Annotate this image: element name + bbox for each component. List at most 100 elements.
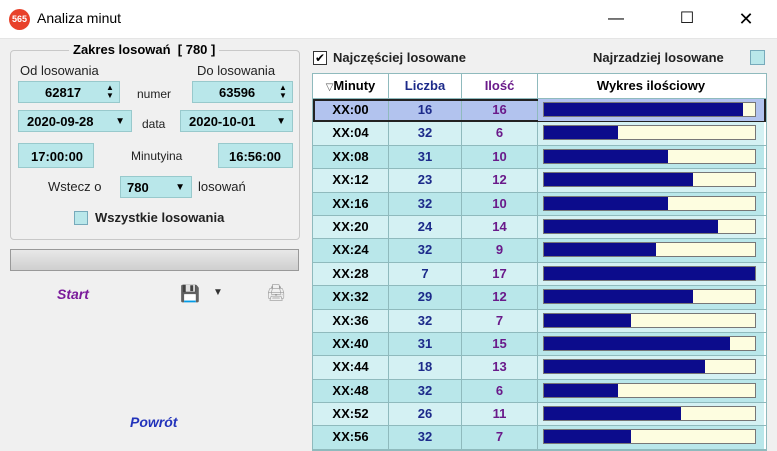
bar-track <box>543 312 756 328</box>
chart-cell <box>538 99 764 122</box>
number-cell: 24 <box>389 215 462 239</box>
header-count[interactable]: Ilość <box>462 74 538 98</box>
minute-cell: XX:08 <box>313 145 389 169</box>
date-label: data <box>142 117 166 131</box>
to-time-field[interactable]: 16:56:00 <box>218 143 293 168</box>
chevron-down-icon[interactable]: ▼ <box>213 287 223 298</box>
chevron-down-icon[interactable]: ▼ <box>175 177 185 199</box>
table-row[interactable]: XX:48 32 6 <box>313 379 766 404</box>
progress-bar <box>10 249 299 271</box>
number-cell: 32 <box>389 122 462 145</box>
to-date-picker[interactable]: 2020-10-01 ▼ <box>180 110 293 132</box>
back-count-value: 780 <box>127 180 149 195</box>
number-cell: 18 <box>389 356 462 379</box>
chart-cell <box>538 122 764 145</box>
chart-cell <box>538 262 764 286</box>
bar-fill <box>544 219 718 233</box>
table-row[interactable]: XX:04 32 6 <box>313 122 766 146</box>
chart-cell <box>538 309 764 332</box>
count-cell: 12 <box>462 286 538 309</box>
most-frequent-checkbox[interactable]: ✔ <box>313 51 327 65</box>
bar-fill <box>544 430 631 444</box>
minimize-icon[interactable]: — <box>593 0 639 38</box>
bar-fill <box>544 173 693 187</box>
count-cell: 15 <box>462 332 538 356</box>
chart-cell <box>538 426 764 449</box>
table-row[interactable]: XX:40 31 15 <box>313 332 766 357</box>
header-number[interactable]: Liczba <box>389 74 462 98</box>
bar-track <box>543 218 756 234</box>
count-cell: 7 <box>462 309 538 332</box>
bar-fill <box>544 383 619 397</box>
minute-cell: XX:44 <box>313 356 389 379</box>
from-label: Od losowania <box>20 63 99 78</box>
bar-fill <box>544 149 669 163</box>
table-row[interactable]: XX:12 23 12 <box>313 169 766 193</box>
bar-track <box>543 242 756 258</box>
number-cell: 31 <box>389 145 462 169</box>
from-time-field[interactable]: 17:00:00 <box>18 143 94 168</box>
to-number-spinner[interactable]: 63596 ▲ ▼ <box>192 81 293 103</box>
all-draws-checkbox[interactable] <box>74 211 88 225</box>
maximize-icon[interactable]: ☐ <box>664 0 710 38</box>
close-icon[interactable]: ✕ <box>723 0 769 38</box>
table-row[interactable]: XX:08 31 10 <box>313 145 766 170</box>
chart-cell <box>538 215 764 239</box>
back-button[interactable]: Powrót <box>130 414 177 430</box>
table-row[interactable]: XX:20 24 14 <box>313 215 766 240</box>
from-time-value: 17:00:00 <box>31 149 84 164</box>
table-row[interactable]: XX:36 32 7 <box>313 309 766 333</box>
table-row[interactable]: XX:28 7 17 <box>313 262 766 287</box>
minute-cell: XX:52 <box>313 403 389 426</box>
number-cell: 32 <box>389 192 462 215</box>
number-cell: 23 <box>389 169 462 192</box>
least-frequent-checkbox[interactable] <box>750 50 765 65</box>
minute-cell: XX:04 <box>313 122 389 145</box>
chart-cell <box>538 379 764 403</box>
chart-cell <box>538 286 764 309</box>
table-row[interactable]: XX:56 32 7 <box>313 426 766 450</box>
bar-track <box>543 406 756 422</box>
bar-fill <box>544 407 681 421</box>
table-row[interactable]: XX:24 32 9 <box>313 239 766 263</box>
bar-fill <box>544 103 743 116</box>
header-minutes[interactable]: ▽Minuty <box>313 74 389 98</box>
bar-track <box>543 125 756 141</box>
to-time-value: 16:56:00 <box>229 149 282 164</box>
count-cell: 14 <box>462 215 538 239</box>
chart-cell <box>538 239 764 262</box>
minute-cell: XX:12 <box>313 169 389 192</box>
count-cell: 6 <box>462 379 538 403</box>
minute-cell: XX:28 <box>313 262 389 286</box>
chevron-down-icon[interactable]: ▼ <box>115 111 125 133</box>
chevron-down-icon[interactable]: ▼ <box>276 111 286 133</box>
bar-fill <box>544 336 731 350</box>
table-row[interactable]: XX:16 32 10 <box>313 192 766 216</box>
table-row[interactable]: XX:44 18 13 <box>313 356 766 380</box>
spinner-arrows-icon[interactable]: ▲ ▼ <box>105 84 115 100</box>
spinner-arrows-icon[interactable]: ▲ ▼ <box>278 84 288 100</box>
bar-track <box>543 289 756 305</box>
to-number-value: 63596 <box>219 85 256 100</box>
header-chart[interactable]: Wykres ilościowy <box>538 74 764 98</box>
bar-fill <box>544 196 669 210</box>
from-date-picker[interactable]: 2020-09-28 ▼ <box>18 110 132 132</box>
from-number-spinner[interactable]: 62817 ▲ ▼ <box>18 81 120 103</box>
bar-track <box>543 335 756 351</box>
number-cell: 32 <box>389 426 462 449</box>
print-icon[interactable]: 🖨 <box>266 283 286 303</box>
number-cell: 32 <box>389 239 462 262</box>
number-label: numer <box>137 87 172 101</box>
table-row[interactable]: XX:52 26 11 <box>313 403 766 427</box>
back-count-select[interactable]: 780 ▼ <box>120 176 192 198</box>
save-icon[interactable]: 💾 <box>180 284 200 304</box>
table-row[interactable]: XX:00 16 16 <box>313 99 766 123</box>
bar-fill <box>544 360 706 374</box>
start-button[interactable]: Start <box>57 286 89 302</box>
bar-fill <box>544 313 631 327</box>
to-date-value: 2020-10-01 <box>189 114 256 129</box>
window-title: Analiza minut <box>37 10 122 26</box>
table-row[interactable]: XX:32 29 12 <box>313 286 766 310</box>
bar-fill <box>544 290 693 304</box>
count-cell: 7 <box>462 426 538 449</box>
